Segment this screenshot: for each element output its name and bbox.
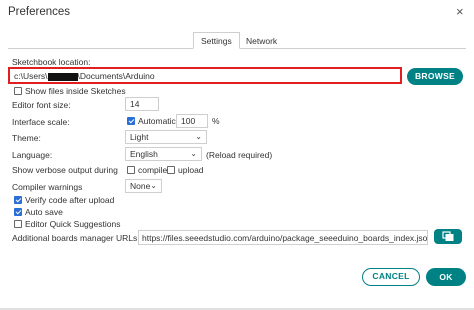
automatic-checkbox[interactable] xyxy=(127,117,135,127)
verify-code-checkbox[interactable] xyxy=(14,196,22,206)
redacted-username xyxy=(47,72,78,81)
quick-suggestions-checkbox[interactable] xyxy=(14,220,22,230)
automatic-label: Automatic xyxy=(138,116,176,126)
browse-button[interactable]: BROWSE xyxy=(407,68,463,85)
sketchbook-location-label: Sketchbook location: xyxy=(12,57,91,67)
theme-select[interactable]: Light ⌄ xyxy=(125,130,207,144)
compile-label: compile xyxy=(138,165,168,175)
chevron-down-icon: ⌄ xyxy=(195,132,202,141)
auto-save-checkbox[interactable] xyxy=(14,208,22,218)
percent-unit: % xyxy=(212,116,220,126)
ok-button[interactable]: OK xyxy=(426,268,466,286)
theme-label: Theme: xyxy=(12,133,41,143)
compiler-warnings-select[interactable]: None ⌄ xyxy=(125,179,162,193)
language-label: Language: xyxy=(12,150,53,160)
sketchbook-path-field[interactable]: c:\Users\ \Documents\Arduino xyxy=(8,67,402,84)
boards-manager-url-input[interactable]: https://files.seeedstudio.com/arduino/pa… xyxy=(138,230,428,245)
tab-settings[interactable]: Settings xyxy=(193,32,240,49)
chevron-down-icon: ⌄ xyxy=(190,149,197,158)
language-value: English xyxy=(130,149,158,159)
show-files-checkbox[interactable] xyxy=(14,87,22,97)
chevron-down-icon: ⌄ xyxy=(150,181,157,190)
auto-save-label: Auto save xyxy=(25,207,63,217)
compile-checkbox[interactable] xyxy=(127,166,135,176)
path-suffix: \Documents\Arduino xyxy=(77,71,155,81)
interface-scale-input[interactable]: 100 xyxy=(176,114,208,128)
upload-checkbox[interactable] xyxy=(167,166,175,176)
interface-scale-label: Interface scale: xyxy=(12,117,70,127)
tab-network[interactable]: Network xyxy=(238,32,285,49)
theme-value: Light xyxy=(130,132,149,142)
verbose-output-label: Show verbose output during xyxy=(12,165,118,175)
upload-label: upload xyxy=(178,165,204,175)
compiler-warnings-label: Compiler warnings xyxy=(12,182,83,192)
cancel-button[interactable]: CANCEL xyxy=(362,268,420,286)
quick-suggestions-label: Editor Quick Suggestions xyxy=(25,219,121,229)
editor-font-size-input[interactable]: 14 xyxy=(125,97,159,111)
verify-code-label: Verify code after upload xyxy=(25,195,115,205)
language-select[interactable]: English ⌄ xyxy=(125,147,202,161)
close-icon[interactable]: × xyxy=(456,4,464,19)
boards-manager-label: Additional boards manager URLs: xyxy=(12,233,140,243)
open-window-icon[interactable] xyxy=(434,229,462,244)
editor-font-size-label: Editor font size: xyxy=(12,100,71,110)
path-prefix: c:\Users\ xyxy=(14,71,48,81)
dialog-title: Preferences xyxy=(8,6,71,18)
show-files-label: Show files inside Sketches xyxy=(25,86,126,96)
reload-required-note: (Reload required) xyxy=(206,150,273,160)
compiler-warnings-value: None xyxy=(130,181,151,191)
